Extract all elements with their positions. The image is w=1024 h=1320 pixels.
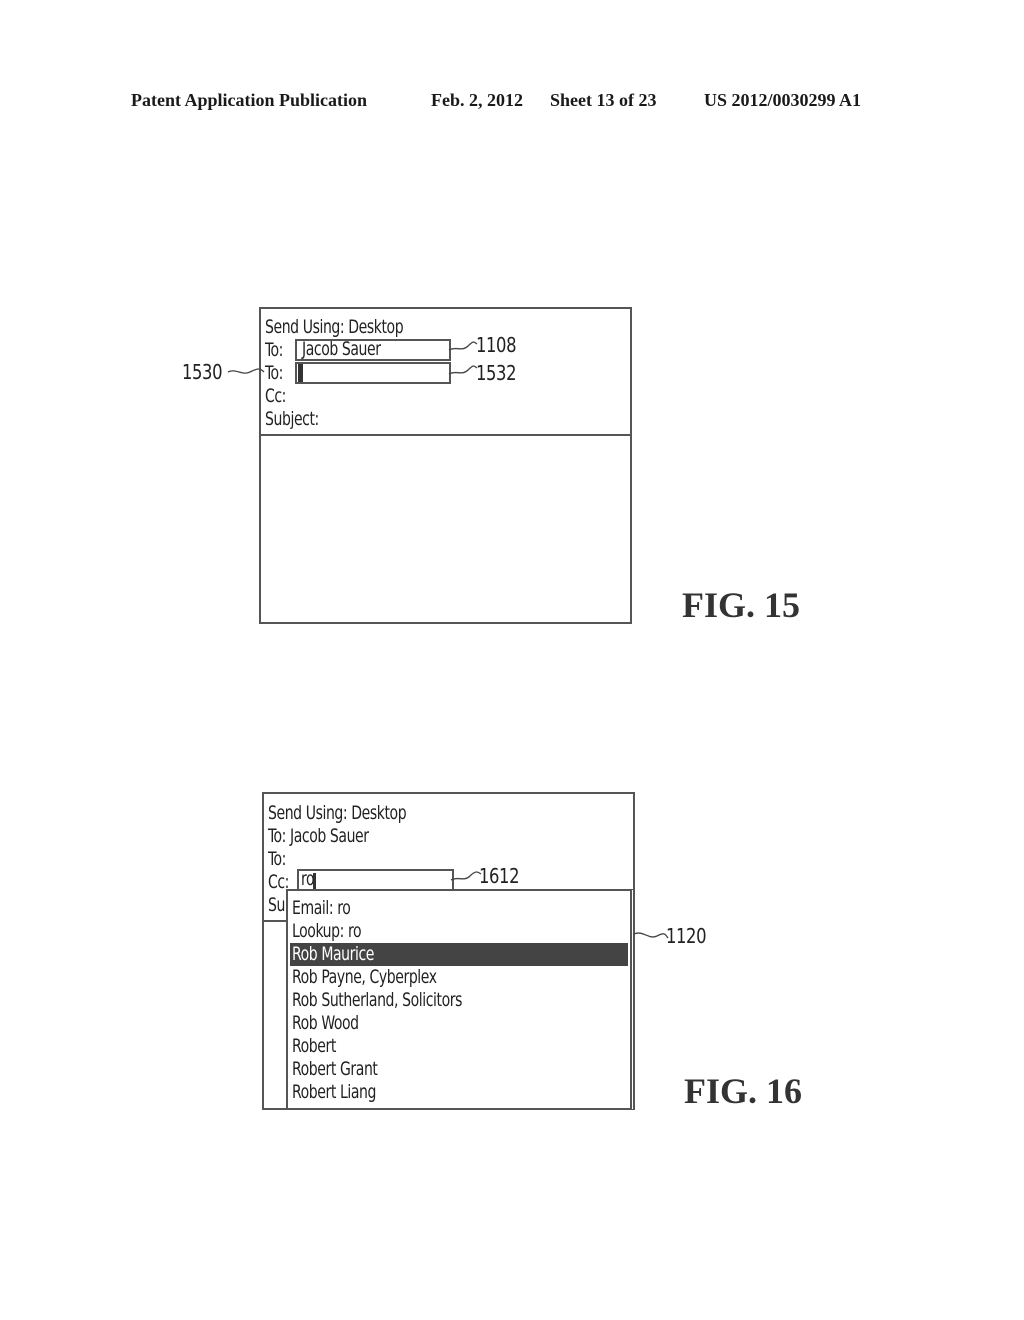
- dropdown-item[interactable]: Rob Payne, Cyberplex: [290, 966, 628, 989]
- ref-1108: 1108: [476, 333, 517, 357]
- to-label-2: To:: [265, 362, 283, 384]
- dropdown-item-label: Rob Wood: [292, 1012, 359, 1034]
- dropdown-item-label: Rob Maurice: [292, 943, 375, 965]
- cc-field[interactable]: ro: [297, 868, 454, 891]
- dropdown-item-label: Robert Liang: [292, 1081, 376, 1103]
- figure-label-15: FIG. 15: [682, 585, 801, 625]
- send-using-label: Send Using: Desktop: [268, 802, 407, 824]
- figure-label-16: FIG. 16: [684, 1071, 803, 1111]
- to-line-2: To:: [268, 848, 286, 870]
- ref-1530: 1530: [182, 360, 223, 384]
- dropdown-item-label: Robert Grant: [292, 1058, 378, 1080]
- autocomplete-dropdown[interactable]: Email: ro Lookup: ro Rob Maurice Rob Payne,…: [286, 889, 635, 1110]
- dropdown-item[interactable]: Email: ro: [290, 897, 628, 920]
- dropdown-item[interactable]: Rob Maurice: [290, 943, 628, 966]
- dropdown-item[interactable]: Rob Sutherland, Solicitors: [290, 989, 628, 1012]
- dropdown-item[interactable]: Lookup: ro: [290, 920, 628, 943]
- leader-line-1530: [227, 368, 265, 374]
- sheet-number: Sheet 13 of 23: [550, 90, 657, 110]
- ref-1612: 1612: [479, 864, 520, 888]
- dropdown-item[interactable]: Robert Liang: [290, 1081, 628, 1104]
- leader-line-1120: [633, 932, 669, 939]
- message-body[interactable]: [261, 436, 630, 622]
- to-field-1[interactable]: Jacob Sauer: [295, 338, 451, 361]
- dropdown-item[interactable]: Robert: [290, 1035, 628, 1058]
- to-field-2[interactable]: [295, 362, 451, 384]
- ref-1120: 1120: [666, 924, 707, 948]
- patent-number: US 2012/0030299 A1: [704, 90, 862, 110]
- leader-line-1532: [448, 365, 478, 375]
- publication-date: Feb. 2, 2012: [431, 90, 523, 110]
- text-cursor: [298, 364, 303, 382]
- header-body-divider: [264, 920, 288, 922]
- to-line-1: To: Jacob Sauer: [268, 825, 369, 847]
- dropdown-item-label: Rob Payne, Cyberplex: [292, 966, 437, 988]
- fig15-compose-screen: Send Using: Desktop To: Jacob Sauer To: …: [259, 307, 632, 624]
- ref-1532: 1532: [476, 361, 517, 385]
- dropdown-item-label: Rob Sutherland, Solicitors: [292, 989, 463, 1011]
- dropdown-item-label: Email: ro: [292, 897, 351, 919]
- dropdown-item[interactable]: Robert Grant: [290, 1058, 628, 1081]
- dropdown-item[interactable]: Rob Wood: [290, 1012, 628, 1035]
- leader-line-1612: [450, 871, 482, 881]
- cc-label: Cc:: [265, 385, 286, 407]
- subject-label: Subject:: [265, 408, 319, 430]
- send-using-label: Send Using: Desktop: [265, 316, 404, 338]
- to-label-1: To:: [265, 339, 283, 361]
- publication-title: Patent Application Publication: [131, 90, 368, 110]
- leader-line-1108: [448, 341, 478, 351]
- dropdown-item-label: Robert: [292, 1035, 336, 1057]
- fig16-compose-screen: Send Using: Desktop To: Jacob Sauer To: …: [262, 792, 635, 1110]
- dropdown-item-label: Lookup: ro: [292, 920, 362, 942]
